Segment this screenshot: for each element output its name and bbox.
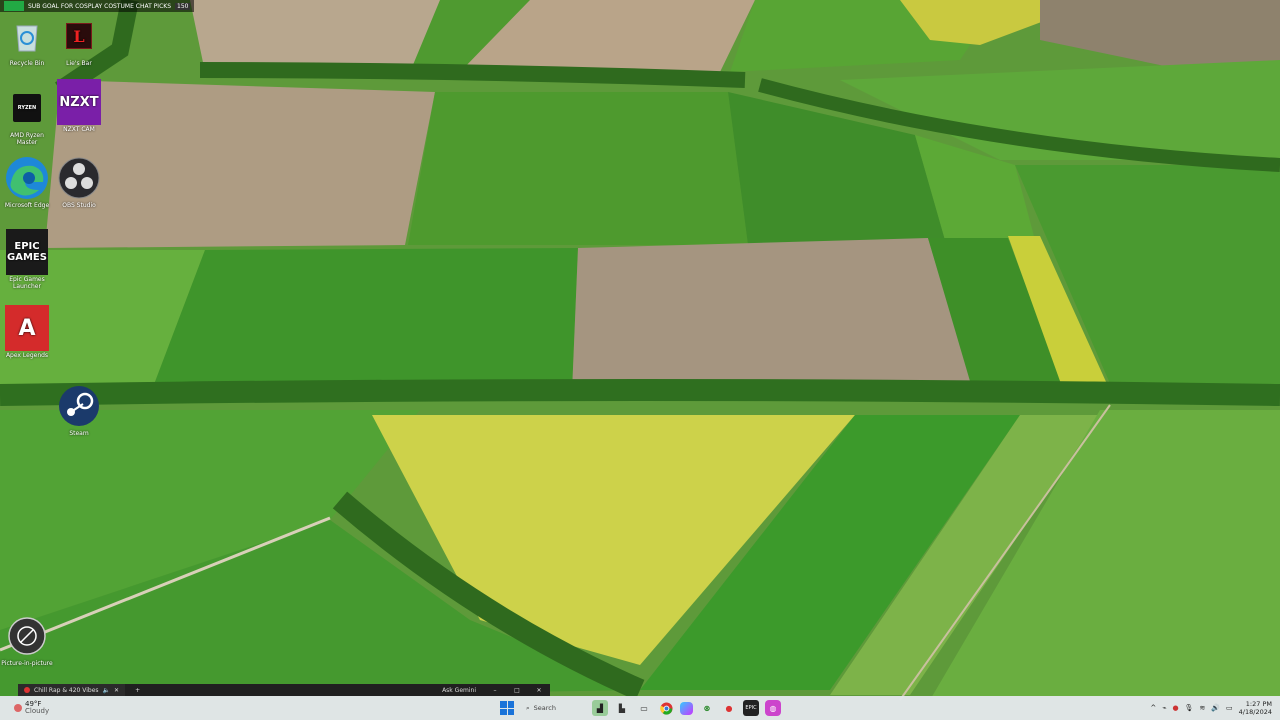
- apex-legends-icon: A: [5, 305, 49, 351]
- taskbar: 49°F Cloudy ⌕ Search ▟ ▙ ▭ ⊗ ● EPIC ◍ ^ …: [0, 696, 1280, 720]
- close-button[interactable]: ✕: [528, 687, 550, 694]
- desktop-icon-epic-games[interactable]: EPIC GAMES Epic Games Launcher: [0, 229, 54, 290]
- microphone-icon[interactable]: 🎙: [1185, 704, 1194, 712]
- audio-icon[interactable]: 🔈: [103, 687, 110, 694]
- discord-icon[interactable]: ●: [721, 700, 737, 716]
- tab-title: Chill Rap & 420 Vibes: [34, 686, 99, 694]
- wifi-icon[interactable]: ≋: [1199, 704, 1205, 712]
- recording-icon: [24, 687, 30, 693]
- desktop-icon-steam[interactable]: Steam: [52, 384, 106, 437]
- desktop-icon-picture-in-picture[interactable]: Picture-in-picture: [0, 614, 54, 667]
- taskbar-center: ⌕ Search ▟ ▙ ▭ ⊗ ● EPIC ◍: [500, 696, 781, 720]
- edge-icon: [5, 156, 49, 200]
- start-button[interactable]: [500, 701, 514, 715]
- new-tab-button[interactable]: +: [125, 687, 150, 694]
- farm-fields-image: [0, 0, 1280, 720]
- speaker-icon[interactable]: 🔊: [1211, 704, 1220, 712]
- lies-bar-icon: L: [57, 14, 101, 58]
- search-icon: ⌕: [526, 703, 530, 712]
- desktop-icon-microsoft-edge[interactable]: Microsoft Edge: [0, 156, 54, 209]
- browser-mini-bar: Chill Rap & 420 Vibes 🔈 ✕ + Ask Gemini –…: [18, 684, 550, 696]
- desktop-icon-label: Lie's Bar: [66, 60, 92, 67]
- xbox-icon[interactable]: ⊗: [699, 700, 715, 716]
- browser-tab[interactable]: Chill Rap & 420 Vibes 🔈 ✕: [18, 684, 126, 696]
- chrome-icon[interactable]: [658, 700, 674, 716]
- widgets-icon[interactable]: ▟: [592, 700, 608, 716]
- desktop-icon-obs-studio[interactable]: OBS Studio: [52, 156, 106, 209]
- clock[interactable]: 1:27 PM 4/18/2024: [1239, 700, 1272, 716]
- desktop-icon-apex-legends[interactable]: A Apex Legends: [0, 305, 54, 359]
- search-placeholder: Search: [533, 704, 556, 712]
- copilot-icon[interactable]: [680, 701, 693, 715]
- picture-in-picture-icon: [5, 614, 49, 658]
- desktop-icon-lies-bar[interactable]: L Lie's Bar: [52, 14, 106, 67]
- weather-icon: [14, 704, 22, 712]
- desktop-icon-amd-ryzen-master[interactable]: RYZEN AMD Ryzen Master: [0, 86, 54, 146]
- desktop-icon-label: Recycle Bin: [9, 60, 45, 67]
- desktop-icon-label: OBS Studio: [62, 202, 96, 209]
- maximize-button[interactable]: □: [506, 687, 528, 694]
- stream-overlay-banner: SUB GOAL FOR COSPLAY COSTUME CHAT PICKS …: [0, 0, 195, 12]
- desktop-icon-nzxt-cam[interactable]: NZXT NZXT CAM: [52, 79, 106, 133]
- minimize-button[interactable]: –: [484, 687, 506, 694]
- overlay-text: SUB GOAL FOR COSPLAY COSTUME CHAT PICKS: [28, 2, 172, 10]
- weather-widget[interactable]: 49°F Cloudy: [0, 701, 124, 715]
- desktop-icon-label: Epic Games Launcher: [9, 276, 45, 290]
- monitor-icon[interactable]: ▭: [1226, 704, 1233, 712]
- nzxt-cam-icon: NZXT: [57, 79, 101, 125]
- system-tray: ^ ⌁ ● 🎙 ≋ 🔊 ▭ 1:27 PM 4/18/2024: [1150, 696, 1272, 720]
- network-icon[interactable]: ⌁: [1162, 704, 1166, 712]
- obs-studio-icon: [57, 156, 101, 200]
- steam-icon: [57, 384, 101, 428]
- file-explorer-icon[interactable]: ▙: [614, 700, 630, 716]
- security-icon[interactable]: ●: [1172, 704, 1178, 712]
- task-view-icon[interactable]: ▭: [636, 700, 652, 716]
- desktop-icon-label: Apex Legends: [5, 352, 49, 359]
- recycle-bin-icon: [5, 14, 49, 58]
- weather-desc: Cloudy: [25, 707, 50, 715]
- amd-ryzen-master-icon: RYZEN: [5, 86, 49, 130]
- overlay-thumbnail: [4, 1, 24, 11]
- epic-games-taskbar-icon[interactable]: EPIC: [743, 700, 759, 716]
- desktop-wallpaper: [0, 0, 1280, 720]
- ask-gemini-button[interactable]: Ask Gemini: [434, 687, 484, 694]
- clock-time: 1:27 PM: [1245, 700, 1272, 708]
- desktop-icon-label: NZXT CAM: [63, 126, 95, 133]
- overlay-count: 150: [175, 2, 191, 10]
- desktop-icon-label: Steam: [69, 430, 89, 437]
- search-box[interactable]: ⌕ Search: [520, 700, 586, 716]
- epic-games-icon: EPIC GAMES: [5, 229, 49, 275]
- desktop-icon-label: AMD Ryzen Master: [10, 132, 44, 146]
- desktop-icon-recycle-bin[interactable]: Recycle Bin: [0, 14, 54, 67]
- tab-close-icon[interactable]: ✕: [114, 687, 119, 694]
- desktop-icon-label: Microsoft Edge: [4, 202, 50, 209]
- clock-date: 4/18/2024: [1238, 708, 1272, 716]
- chevron-up-icon[interactable]: ^: [1150, 704, 1156, 712]
- desktop-icon-label: Picture-in-picture: [1, 660, 53, 667]
- media-icon[interactable]: ◍: [765, 700, 781, 716]
